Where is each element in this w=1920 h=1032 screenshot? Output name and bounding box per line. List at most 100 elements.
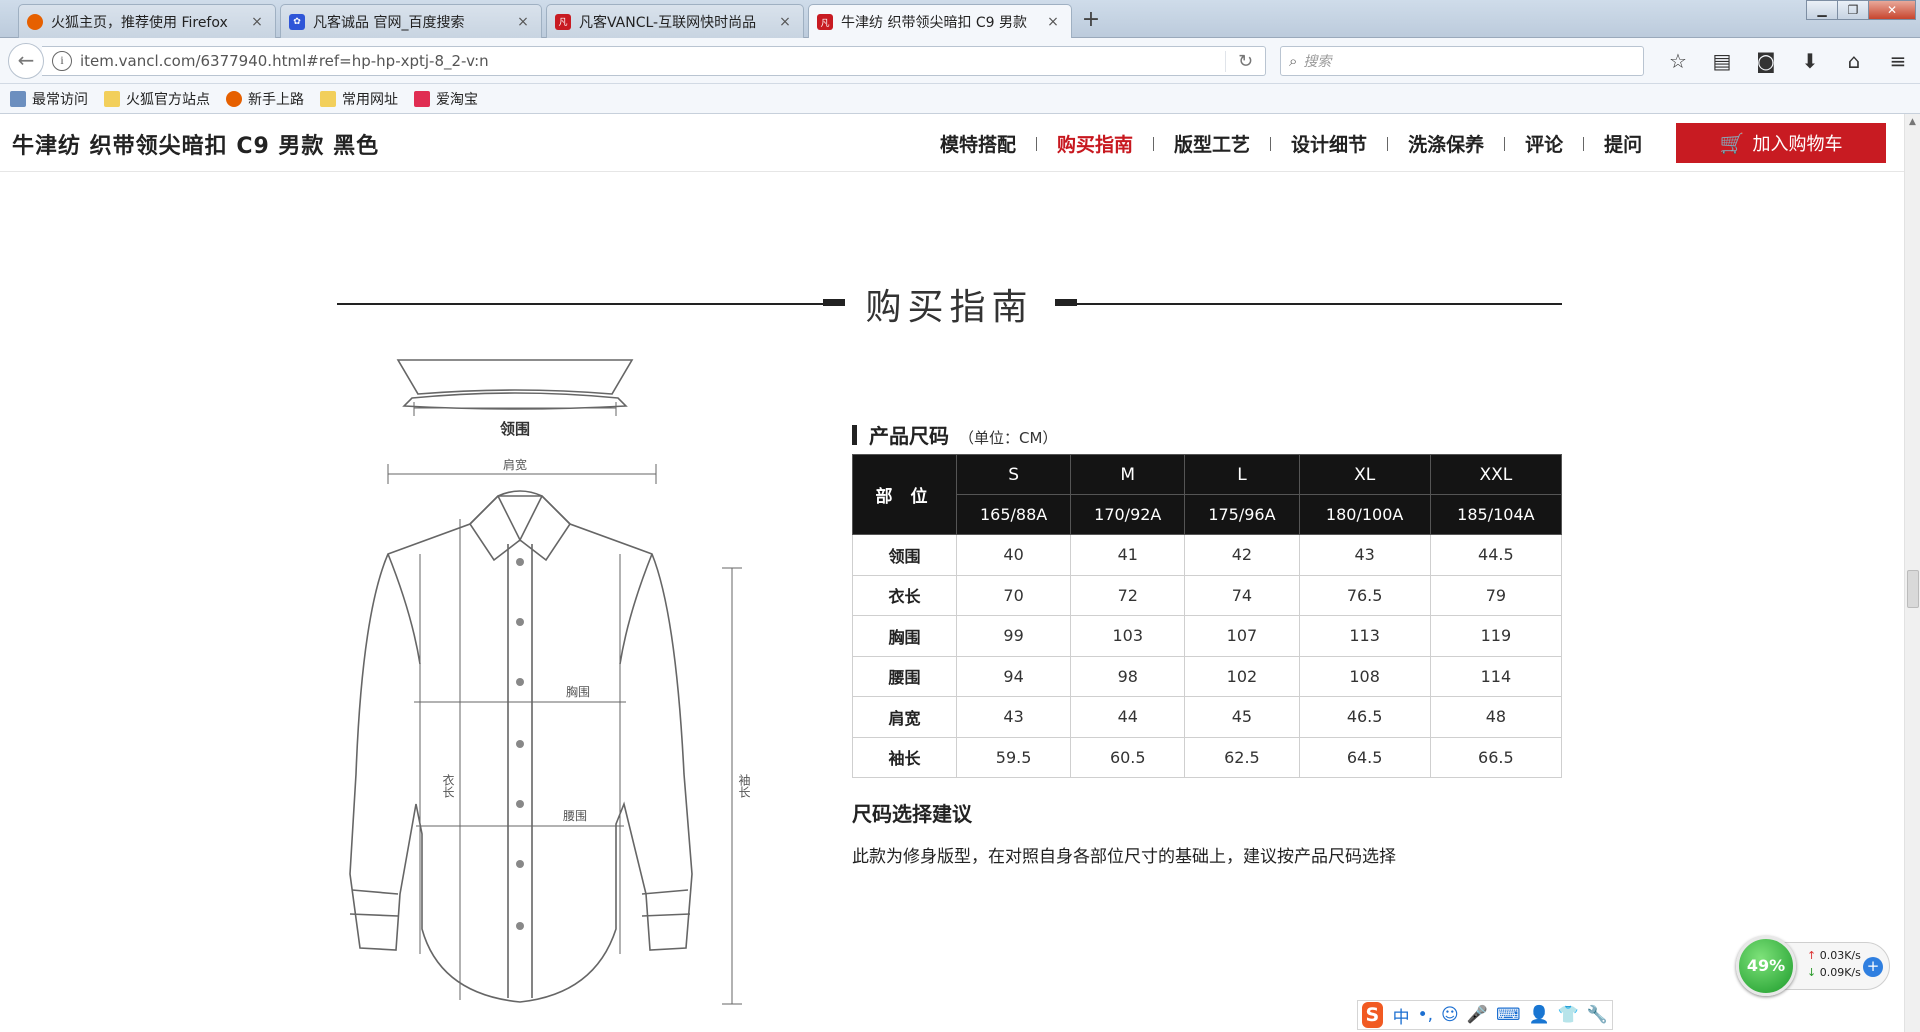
- sogou-logo-icon: S: [1362, 1002, 1383, 1028]
- shirt-measurement-diagram: 领围 肩宽 胸围 腰围 衣长 袖长: [349, 359, 751, 1005]
- minimize-button[interactable]: ▁: [1806, 0, 1838, 20]
- label-collar: 领围: [499, 420, 530, 438]
- bookmark-firefox-site[interactable]: 火狐官方站点: [104, 89, 210, 109]
- back-button[interactable]: ←: [8, 43, 44, 79]
- table-row: 袖长 59.5 60.5 62.5 64.5 66.5: [852, 736, 1563, 778]
- widget-plus-icon[interactable]: +: [1863, 957, 1883, 977]
- tab-vancl-home[interactable]: 凡 凡客VANCL-互联网快时尚品 ×: [546, 4, 804, 38]
- cpu-usage-ball[interactable]: 49%: [1736, 936, 1796, 996]
- bookmark-most-visited[interactable]: 最常访问: [10, 89, 88, 109]
- section-title: 购买指南: [865, 287, 1034, 328]
- download-icon[interactable]: ⬇: [1788, 46, 1832, 76]
- close-tab-icon[interactable]: ×: [249, 14, 265, 30]
- new-tab-button[interactable]: +: [1078, 6, 1104, 34]
- bookmarks-toolbar: 最常访问 火狐官方站点 新手上路 常用网址 爱淘宝: [0, 84, 1920, 114]
- close-tab-icon[interactable]: ×: [1045, 14, 1061, 30]
- home-icon[interactable]: ⌂: [1832, 46, 1876, 76]
- folder-icon: [320, 90, 336, 107]
- baidu-paw-icon: ✿: [289, 13, 305, 30]
- cart-icon: 🛒: [1719, 131, 1745, 155]
- label-length: 衣长: [441, 773, 455, 798]
- header-code: 180/100A: [1298, 494, 1431, 535]
- close-window-button[interactable]: ✕: [1868, 0, 1916, 20]
- vancl-icon: 凡: [817, 14, 833, 30]
- header-size: L: [1184, 454, 1300, 495]
- emoji-icon[interactable]: ☺: [1441, 1005, 1459, 1025]
- page-content: 牛津纺 织带领尖暗扣 C9 男款 黑色 模特搭配 购买指南 版型工艺 设计细节 …: [0, 114, 1904, 1032]
- nav-design-details[interactable]: 设计细节: [1291, 130, 1367, 157]
- table-row: 领围 40 41 42 43 44.5: [852, 534, 1563, 576]
- add-to-cart-button[interactable]: 🛒 加入购物车: [1676, 123, 1886, 163]
- nav-reviews[interactable]: 评论: [1525, 130, 1563, 157]
- user-icon[interactable]: 👤: [1528, 1005, 1549, 1025]
- upload-arrow-icon: ↑: [1807, 949, 1820, 962]
- header-code: 185/104A: [1429, 494, 1563, 535]
- folder-icon: [104, 90, 120, 107]
- section-heading: 购买指南: [337, 278, 1562, 328]
- label-chest: 胸围: [566, 684, 590, 699]
- header-part: 部 位: [852, 454, 957, 535]
- url-text[interactable]: item.vancl.com/6377940.html#ref=hp-hp-xp…: [80, 52, 1225, 70]
- header-size: M: [1070, 454, 1186, 495]
- scroll-up-icon[interactable]: ▲: [1905, 114, 1920, 130]
- product-sticky-header: 牛津纺 织带领尖暗扣 C9 男款 黑色 模特搭配 购买指南 版型工艺 设计细节 …: [0, 114, 1904, 172]
- site-info-icon[interactable]: i: [52, 51, 72, 71]
- skin-icon[interactable]: 👕: [1558, 1005, 1579, 1025]
- label-shoulder: 肩宽: [503, 457, 527, 472]
- header-size: XXL: [1429, 454, 1563, 495]
- table-row: 腰围 94 98 102 108 114: [852, 655, 1563, 697]
- header-code: 175/96A: [1184, 494, 1300, 535]
- settings-wrench-icon[interactable]: 🔧: [1587, 1005, 1608, 1025]
- ime-mode[interactable]: 中: [1393, 1003, 1410, 1028]
- header-code: 165/88A: [955, 494, 1072, 535]
- bookmark-common-sites[interactable]: 常用网址: [320, 89, 398, 109]
- navigation-toolbar: i item.vancl.com/6377940.html#ref=hp-hp-…: [0, 38, 1920, 84]
- search-placeholder: 搜索: [1303, 54, 1332, 70]
- download-arrow-icon: ↓: [1807, 966, 1820, 979]
- search-icon: ⌕: [1289, 52, 1298, 70]
- label-sleeve: 袖长: [737, 773, 751, 798]
- toolbar-icons: ☆ ▤ ◙ ⬇ ⌂ ≡: [1656, 46, 1920, 76]
- header-size: S: [955, 454, 1072, 495]
- header-code: 170/92A: [1070, 494, 1186, 535]
- nav-model-styling[interactable]: 模特搭配: [940, 130, 1016, 157]
- product-title: 牛津纺 织带领尖暗扣 C9 男款 黑色: [12, 134, 380, 159]
- nav-care[interactable]: 洗涤保养: [1408, 130, 1484, 157]
- tab-baidu-search[interactable]: ✿ 凡客诚品 官网_百度搜索 ×: [280, 4, 542, 38]
- url-bar[interactable]: i item.vancl.com/6377940.html#ref=hp-hp-…: [42, 46, 1266, 76]
- firefox-icon: [27, 13, 43, 30]
- nav-buying-guide[interactable]: 购买指南: [1057, 130, 1133, 157]
- nav-questions[interactable]: 提问: [1604, 130, 1642, 157]
- firefox-icon: [226, 90, 242, 107]
- tab-product-page[interactable]: 凡 牛津纺 织带领尖暗扣 C9 男款 ×: [808, 4, 1072, 39]
- most-visited-icon: [10, 90, 26, 107]
- punctuation-icon[interactable]: •,: [1418, 1005, 1433, 1025]
- window-controls: ▁ ❐ ✕: [1806, 0, 1916, 20]
- bookmark-getting-started[interactable]: 新手上路: [226, 89, 304, 109]
- network-monitor-widget[interactable]: ↑ 0.03K/s ↓ 0.09K/s + 49%: [1736, 936, 1892, 996]
- search-box[interactable]: ⌕ 搜索: [1280, 46, 1644, 76]
- reload-icon[interactable]: ↻: [1225, 50, 1265, 72]
- microphone-icon[interactable]: 🎤: [1467, 1005, 1488, 1025]
- vancl-icon: 凡: [555, 13, 571, 30]
- bookmark-aitaobao[interactable]: 爱淘宝: [414, 89, 478, 109]
- menu-icon[interactable]: ≡: [1876, 46, 1920, 76]
- scrollbar-thumb[interactable]: [1907, 570, 1919, 608]
- table-row: 衣长 70 72 74 76.5 79: [852, 574, 1563, 616]
- close-tab-icon[interactable]: ×: [777, 14, 793, 30]
- keyboard-icon[interactable]: ⌨: [1496, 1005, 1521, 1025]
- tab-firefox-home[interactable]: 火狐主页，推荐使用 Firefox ×: [18, 4, 276, 38]
- page-scrollbar[interactable]: ▲: [1904, 114, 1920, 1032]
- size-advice-title: 尺码选择建议: [852, 802, 972, 826]
- close-tab-icon[interactable]: ×: [515, 14, 531, 30]
- pocket-icon[interactable]: ◙: [1744, 46, 1788, 76]
- product-section-nav: 模特搭配 购买指南 版型工艺 设计细节 洗涤保养 评论 提问: [940, 130, 1642, 157]
- bookmark-star-icon[interactable]: ☆: [1656, 46, 1700, 76]
- reading-list-icon[interactable]: ▤: [1700, 46, 1744, 76]
- ime-toolbar[interactable]: S 中 •, ☺ 🎤 ⌨ 👤 👕 🔧: [1357, 1000, 1613, 1030]
- size-advice-text: 此款为修身版型，在对照自身各部位尺寸的基础上，建议按产品尺码选择: [852, 847, 1396, 867]
- maximize-button[interactable]: ❐: [1837, 0, 1869, 20]
- tab-strip: 火狐主页，推荐使用 Firefox × ✿ 凡客诚品 官网_百度搜索 × 凡 凡…: [0, 0, 1920, 39]
- header-size: XL: [1298, 454, 1431, 495]
- nav-fit-craft[interactable]: 版型工艺: [1174, 130, 1250, 157]
